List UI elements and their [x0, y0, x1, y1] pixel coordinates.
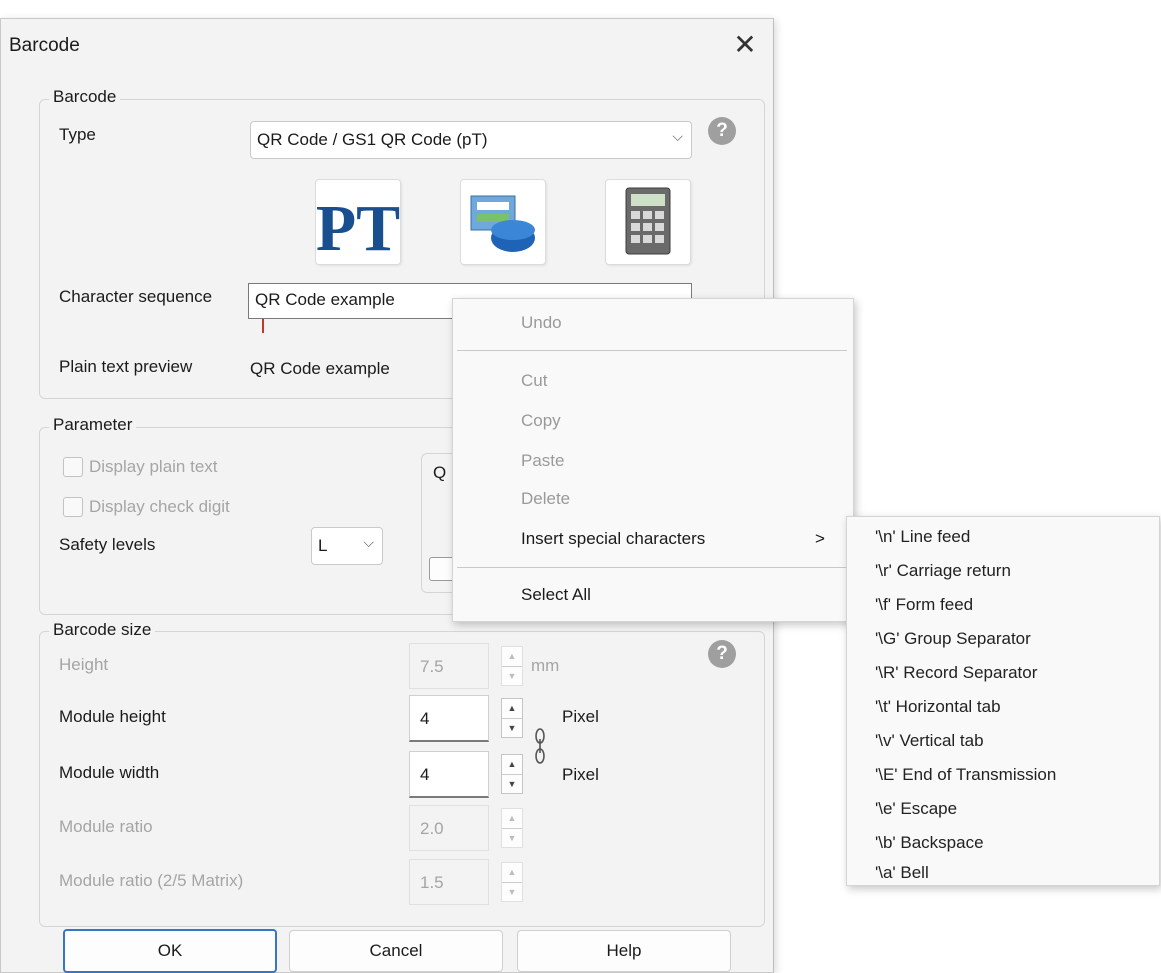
ok-button[interactable]: OK — [63, 929, 277, 973]
qr-options-label: Q — [433, 463, 447, 482]
display-plain-text-label: Display plain text — [89, 457, 218, 476]
height-value: 7.5 — [420, 657, 444, 676]
barcode-size-group-legend: Barcode size — [49, 620, 156, 640]
special-characters-submenu: '\n' Line feed '\r' Carriage return '\f'… — [846, 516, 1160, 886]
submenu-item-form-feed[interactable]: '\f' Form feed — [875, 595, 973, 615]
module-ratio-spinner[interactable]: ▲ ▼ — [501, 808, 523, 848]
module-ratio-25-value: 1.5 — [420, 873, 444, 892]
module-ratio-25-label: Module ratio (2/5 Matrix) — [59, 871, 244, 890]
menu-item-insert-special-characters[interactable]: Insert special characters — [521, 529, 705, 549]
character-sequence-value: QR Code example — [255, 290, 395, 309]
database-icon — [470, 195, 535, 252]
submenu-item-bell[interactable]: '\a' Bell — [875, 863, 929, 883]
submenu-item-backspace[interactable]: '\b' Backspace — [875, 833, 984, 853]
module-width-spinner[interactable]: ▲ ▼ — [501, 754, 523, 794]
plain-text-preview-label: Plain text preview — [59, 357, 193, 376]
submenu-item-carriage-return[interactable]: '\r' Carriage return — [875, 561, 1011, 581]
module-width-unit: Pixel — [562, 765, 599, 784]
module-height-value: 4 — [420, 709, 430, 728]
submenu-item-end-of-transmission[interactable]: '\E' End of Transmission — [875, 765, 1056, 785]
chevron-down-icon: ⌵ — [363, 534, 374, 550]
menu-separator — [457, 350, 847, 351]
module-height-spinner[interactable]: ▲ ▼ — [501, 698, 523, 738]
plain-text-preview-value: QR Code example — [250, 359, 390, 378]
display-check-digit-checkbox[interactable] — [63, 497, 83, 517]
submenu-item-record-separator[interactable]: '\R' Record Separator — [875, 663, 1037, 683]
type-select-value: QR Code / GS1 QR Code (pT) — [257, 130, 488, 149]
barcode-group-legend: Barcode — [49, 87, 121, 107]
context-menu: Undo Cut Copy Paste Delete Insert specia… — [452, 298, 854, 622]
dialog-title: Barcode — [9, 35, 80, 56]
module-width-label: Module width — [59, 763, 160, 782]
chevron-right-icon: > — [815, 529, 825, 548]
module-ratio-25-spinner[interactable]: ▲ ▼ — [501, 862, 523, 902]
pt-logo-icon: PT — [316, 192, 400, 265]
module-ratio-value: 2.0 — [420, 819, 444, 838]
menu-item-undo[interactable]: Undo — [521, 313, 562, 333]
height-input[interactable]: 7.5 — [409, 643, 489, 689]
menu-item-select-all[interactable]: Select All — [521, 585, 591, 605]
help-button[interactable]: Help — [517, 930, 731, 972]
submenu-item-horizontal-tab[interactable]: '\t' Horizontal tab — [875, 697, 1001, 717]
close-icon[interactable]: ✕ — [727, 27, 763, 63]
menu-separator — [457, 567, 847, 568]
display-check-digit-label: Display check digit — [89, 497, 230, 516]
module-ratio-input[interactable]: 2.0 — [409, 805, 489, 851]
menu-item-delete[interactable]: Delete — [521, 489, 570, 509]
module-height-input[interactable]: 4 — [409, 695, 489, 742]
menu-item-cut[interactable]: Cut — [521, 371, 547, 391]
calculator-tile[interactable] — [605, 179, 691, 265]
height-label: Height — [59, 655, 109, 674]
type-select[interactable]: QR Code / GS1 QR Code (pT) ⌵ — [250, 121, 692, 159]
module-width-value: 4 — [420, 765, 430, 784]
text-caret — [262, 319, 264, 333]
module-height-label: Module height — [59, 707, 166, 726]
character-sequence-label: Character sequence — [59, 287, 213, 306]
chevron-down-icon: ⌵ — [672, 128, 683, 144]
safety-levels-label: Safety levels — [59, 535, 156, 554]
module-height-unit: Pixel — [562, 707, 599, 726]
submenu-item-escape[interactable]: '\e' Escape — [875, 799, 957, 819]
height-spinner[interactable]: ▲ ▼ — [501, 646, 523, 686]
link-chain-icon[interactable] — [533, 723, 547, 774]
safety-levels-select[interactable]: L ⌵ — [311, 527, 383, 565]
parameter-group-legend: Parameter — [49, 415, 137, 435]
submenu-item-group-separator[interactable]: '\G' Group Separator — [875, 629, 1031, 649]
menu-item-copy[interactable]: Copy — [521, 411, 561, 431]
safety-levels-value: L — [318, 536, 328, 555]
svg-text:PT: PT — [316, 192, 400, 264]
help-icon[interactable]: ? — [708, 640, 736, 668]
module-ratio-25-input[interactable]: 1.5 — [409, 859, 489, 905]
menu-item-paste[interactable]: Paste — [521, 451, 564, 471]
pt-logo-tile[interactable]: PT — [315, 179, 401, 265]
module-width-input[interactable]: 4 — [409, 751, 489, 798]
submenu-item-vertical-tab[interactable]: '\v' Vertical tab — [875, 731, 984, 751]
cancel-button[interactable]: Cancel — [289, 930, 503, 972]
calculator-icon — [625, 187, 671, 255]
submenu-item-line-feed[interactable]: '\n' Line feed — [875, 527, 970, 547]
help-icon[interactable]: ? — [708, 117, 736, 145]
type-label: Type — [59, 125, 96, 144]
height-unit: mm — [531, 656, 560, 675]
display-plain-text-checkbox[interactable] — [63, 457, 83, 477]
database-tile[interactable] — [460, 179, 546, 265]
module-ratio-label: Module ratio — [59, 817, 153, 836]
